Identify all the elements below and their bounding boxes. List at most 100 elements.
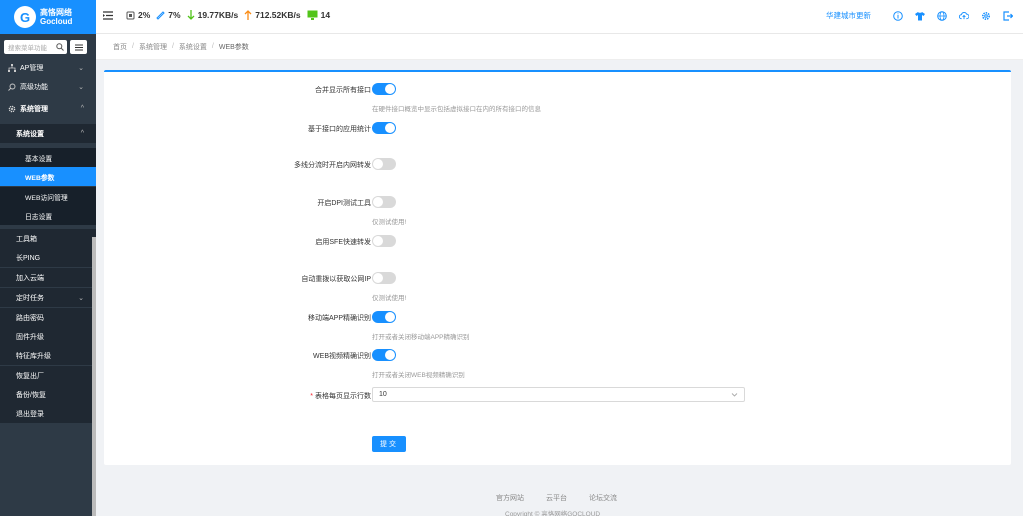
sitemap-icon bbox=[8, 63, 16, 72]
sidebar-item-label: 恢复出厂 bbox=[16, 372, 44, 380]
sidebar-item-label: WEB访问管理 bbox=[25, 194, 68, 202]
breadcrumb-system-settings[interactable]: 系统设置 bbox=[179, 42, 207, 52]
upload-value: 712.52KB/s bbox=[255, 10, 301, 20]
shirt-icon[interactable] bbox=[915, 11, 925, 21]
sidebar-item-label: 高级功能 bbox=[20, 83, 48, 91]
sidebar-item-basic-settings[interactable]: 基本设置 bbox=[0, 148, 96, 167]
sidebar-item-label: 退出登录 bbox=[16, 410, 44, 418]
sidebar-item-label: 备份/恢复 bbox=[16, 391, 46, 399]
gear-icon bbox=[8, 105, 16, 113]
logo-icon: G bbox=[14, 6, 36, 28]
sidebar-item-backup-restore[interactable]: 备份/恢复 bbox=[0, 385, 96, 404]
sidebar-item-label: 基本设置 bbox=[25, 155, 53, 163]
web-video-recognition-switch[interactable] bbox=[372, 349, 396, 361]
sidebar-item-label: 定时任务 bbox=[16, 294, 44, 302]
sidebar-item-label: 固件升级 bbox=[16, 333, 44, 341]
sidebar-item-logout[interactable]: 退出登录 bbox=[0, 404, 96, 423]
footer-links: 官方网站 云平台 论坛交流 bbox=[496, 493, 639, 503]
sidebar-item-router-password[interactable]: 路由密码 bbox=[0, 308, 96, 327]
footer-link-cloud-platform[interactable]: 云平台 bbox=[546, 493, 567, 503]
connections-stat: 14 bbox=[307, 10, 330, 20]
sidebar-item-label: 工具箱 bbox=[16, 235, 37, 243]
footer-link-forum[interactable]: 论坛交流 bbox=[589, 493, 617, 503]
field-hint: 打开或者关闭WEB视频精确识别 bbox=[372, 372, 465, 379]
chevron-up-icon: ^ bbox=[80, 105, 84, 112]
cloud-upload-icon[interactable] bbox=[959, 11, 969, 21]
search-icon bbox=[8, 83, 16, 91]
field-label: 启用SFE快速转发 bbox=[315, 239, 371, 246]
multiline-lan-forward-switch[interactable] bbox=[372, 158, 396, 170]
sidebar-scrollbar[interactable] bbox=[92, 237, 96, 516]
sidebar-item-label: 日志设置 bbox=[25, 213, 53, 221]
sidebar-item-system-settings[interactable]: 系统设置 ^ bbox=[0, 124, 96, 143]
field-label: 自动重拨以获取公网IP bbox=[301, 276, 371, 283]
interface-app-stats-switch[interactable] bbox=[372, 122, 396, 134]
sidebar-item-label: 系统设置 bbox=[16, 130, 44, 138]
sidebar-item-web-access[interactable]: WEB访问管理 bbox=[0, 187, 96, 206]
memory-stat: 7% bbox=[156, 10, 181, 20]
breadcrumb-current: WEB参数 bbox=[218, 43, 249, 51]
sidebar-item-ap[interactable]: AP管理 ⌄ bbox=[0, 58, 96, 77]
connections-value: 14 bbox=[320, 10, 331, 20]
field-label: WEB视频精确识别 bbox=[313, 353, 371, 360]
breadcrumb-home[interactable]: 首页 bbox=[113, 42, 127, 52]
info-icon[interactable] bbox=[893, 10, 903, 21]
arrow-down-icon bbox=[187, 10, 195, 20]
submit-button[interactable]: 提交 bbox=[372, 436, 406, 452]
breadcrumb-separator: / bbox=[211, 43, 214, 50]
sidebar-item-label: AP管理 bbox=[20, 64, 44, 72]
system-stats: 2% 7% 19.77KB/s 712.52KB/s 14 bbox=[103, 10, 336, 20]
breadcrumb-system-management[interactable]: 系统管理 bbox=[139, 42, 167, 52]
sidebar-item-system[interactable]: 系统管理 ^ bbox=[0, 99, 96, 118]
breadcrumb: 首页 / 系统管理 / 系统设置 / WEB参数 bbox=[96, 34, 1023, 60]
field-hint: 仅测试使用! bbox=[372, 295, 407, 302]
sidebar-item-label: WEB参数 bbox=[25, 174, 55, 182]
cpu-icon bbox=[126, 11, 135, 19]
auto-redial-switch[interactable] bbox=[372, 272, 396, 284]
merge-interfaces-switch[interactable] bbox=[372, 83, 396, 95]
collapse-menu-icon[interactable] bbox=[103, 10, 116, 20]
brand-logo[interactable]: G 高恪网络 Gocloud bbox=[0, 0, 96, 34]
search-icon[interactable] bbox=[56, 43, 64, 51]
hamburger-icon bbox=[74, 44, 83, 50]
header-tools: 华建城市更新 bbox=[826, 10, 1013, 21]
top-bar: G 高恪网络 Gocloud 2% 7% 19.77KB/s 712.52KB/… bbox=[0, 0, 1023, 34]
field-hint: 仅测试使用! bbox=[372, 219, 407, 226]
brand-name-cn: 高恪网络 bbox=[40, 8, 72, 17]
settings-icon[interactable] bbox=[981, 11, 991, 21]
dpi-test-tool-switch[interactable] bbox=[372, 196, 396, 208]
globe-icon[interactable] bbox=[937, 10, 947, 21]
sidebar-item-toolbox[interactable]: 工具箱 bbox=[0, 229, 96, 248]
mobile-app-recognition-switch[interactable] bbox=[372, 311, 396, 323]
menu-toggle-button[interactable] bbox=[70, 40, 87, 54]
logout-icon[interactable] bbox=[1003, 10, 1013, 21]
sidebar-item-label: 加入云端 bbox=[16, 274, 44, 282]
footer-link-official-site[interactable]: 官方网站 bbox=[496, 493, 524, 503]
chevron-down-icon bbox=[731, 393, 738, 397]
sidebar-item-label: 特征库升级 bbox=[16, 352, 51, 360]
sidebar-item-factory-reset[interactable]: 恢复出厂 bbox=[0, 366, 96, 385]
site-name-link[interactable]: 华建城市更新 bbox=[826, 10, 871, 21]
cpu-value: 2% bbox=[138, 10, 151, 20]
field-label: 开启DPI测试工具 bbox=[317, 200, 371, 207]
arrow-up-icon bbox=[244, 10, 252, 20]
sidebar-item-long-ping[interactable]: 长PING bbox=[0, 248, 96, 267]
chevron-down-icon: ⌄ bbox=[78, 83, 84, 91]
sidebar: 搜索菜单功能 AP管理 ⌄ 高级功能 ⌄ 系统管理 ^ 系统设置 ^ 基本设置 … bbox=[0, 34, 96, 516]
rows-per-page-select[interactable]: 10 bbox=[372, 387, 745, 402]
sidebar-item-web-params[interactable]: WEB参数 bbox=[0, 167, 96, 186]
sidebar-item-scheduled-tasks[interactable]: 定时任务 ⌄ bbox=[0, 288, 96, 307]
sidebar-item-firmware-upgrade[interactable]: 固件升级 bbox=[0, 327, 96, 346]
sfe-fast-forward-switch[interactable] bbox=[372, 235, 396, 247]
required-asterisk: * bbox=[310, 393, 313, 400]
sidebar-item-join-cloud[interactable]: 加入云端 bbox=[0, 268, 96, 287]
sidebar-item-signature-upgrade[interactable]: 特征库升级 bbox=[0, 346, 96, 365]
field-label: 合并显示所有接口 bbox=[315, 87, 371, 94]
menu-search-input[interactable]: 搜索菜单功能 bbox=[4, 40, 67, 54]
breadcrumb-separator: / bbox=[132, 43, 134, 50]
sidebar-item-advanced[interactable]: 高级功能 ⌄ bbox=[0, 77, 96, 96]
field-label: 多线分流时开启内网转发 bbox=[294, 162, 371, 169]
sidebar-item-log-settings[interactable]: 日志设置 bbox=[0, 206, 96, 225]
chevron-down-icon: ⌄ bbox=[78, 64, 84, 72]
field-hint: 打开或者关闭移动端APP精确识别 bbox=[372, 334, 470, 341]
